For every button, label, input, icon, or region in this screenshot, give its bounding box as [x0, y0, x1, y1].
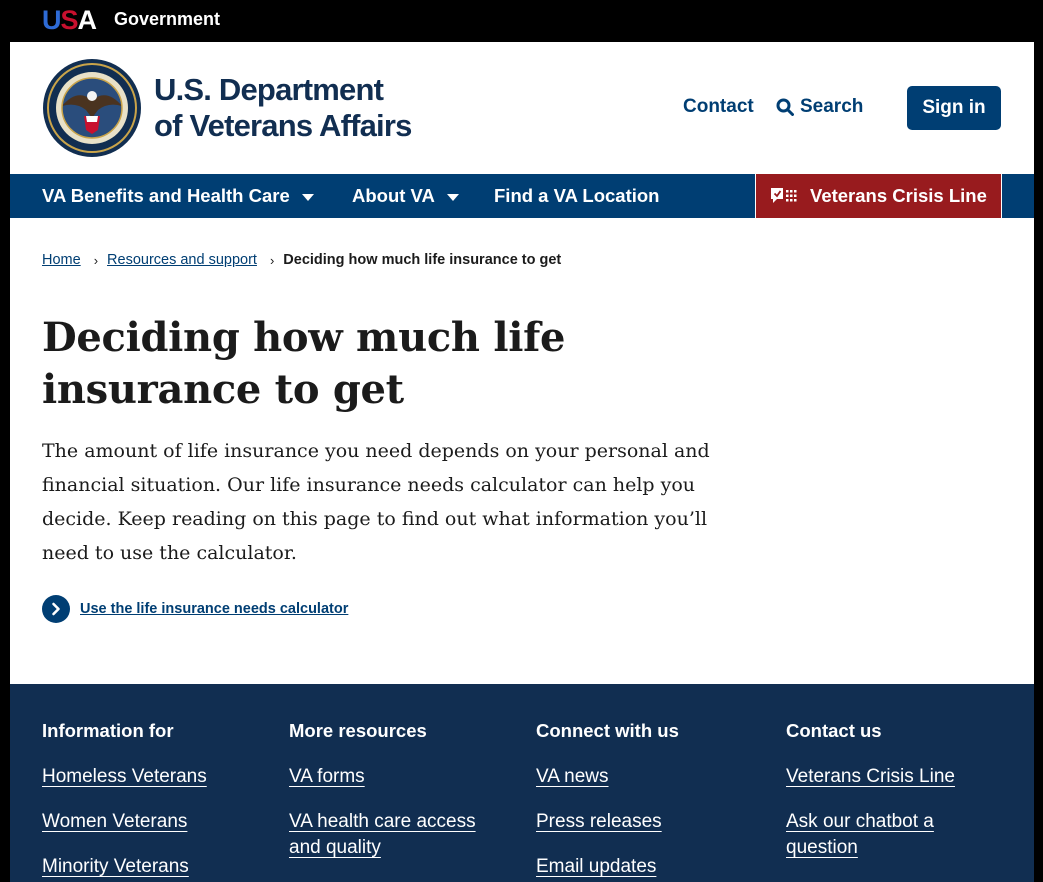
nav-item-label: About VA	[352, 185, 435, 206]
search-icon	[776, 98, 794, 116]
crisis-line-button[interactable]: Veterans Crisis Line	[755, 174, 1002, 218]
footer-link[interactable]: VA health care access and quality	[289, 809, 499, 861]
sign-in-button[interactable]: Sign in	[907, 86, 1001, 130]
footer-heading: Connect with us	[536, 720, 679, 741]
nav-item-benefits[interactable]: VA Benefits and Health Care	[42, 174, 314, 218]
footer-heading: Contact us	[786, 720, 882, 741]
gov-banner: US A Government	[0, 0, 1043, 42]
main-nav: VA Benefits and Health Care About VA Fin…	[10, 174, 1034, 218]
va-seal-icon[interactable]	[42, 58, 142, 158]
site-header: U.S. Department of Veterans Affairs Cont…	[10, 42, 1034, 174]
usa-logo: US A	[42, 5, 97, 35]
site-footer: Information for Homeless Veterans Women …	[10, 684, 1034, 882]
footer-heading: Information for	[42, 720, 174, 741]
footer-column-information: Information for Homeless Veterans Women …	[42, 720, 242, 882]
search-label: Search	[800, 96, 864, 117]
footer-link[interactable]: Veterans Crisis Line	[786, 764, 986, 790]
nav-item-about[interactable]: About VA	[352, 174, 459, 218]
breadcrumb-separator: ›	[269, 252, 275, 268]
breadcrumb-resources[interactable]: Resources and support	[107, 252, 257, 268]
gov-label: Government	[114, 9, 221, 29]
nav-item-find-location[interactable]: Find a VA Location	[494, 174, 659, 218]
footer-column-contact: Contact us Veterans Crisis Line Ask our …	[786, 720, 986, 880]
contact-link[interactable]: Contact	[683, 96, 754, 118]
crisis-line-label: Veterans Crisis Line	[810, 185, 987, 206]
calculator-link-label: Use the life insurance needs calculator	[80, 601, 349, 617]
usa-logo-us: US	[42, 4, 79, 35]
footer-link[interactable]: Homeless Veterans	[42, 764, 242, 790]
footer-link[interactable]: Email updates	[536, 854, 746, 880]
site-title-line2: of Veterans Affairs	[154, 108, 412, 143]
footer-column-resources: More resources VA forms VA health care a…	[289, 720, 499, 880]
search-button[interactable]: Search	[776, 96, 863, 118]
chat-icon	[771, 188, 797, 203]
caret-down-icon	[301, 194, 314, 201]
footer-heading: More resources	[289, 720, 427, 741]
footer-link[interactable]: VA news	[536, 764, 746, 790]
footer-link[interactable]: Ask our chatbot a question	[786, 809, 986, 861]
page-title: Deciding how much life insurance to get	[42, 314, 566, 413]
breadcrumb: Home › Resources and support › Deciding …	[42, 252, 561, 268]
caret-down-icon	[446, 194, 459, 201]
footer-link[interactable]: Press releases	[536, 809, 746, 835]
page: U.S. Department of Veterans Affairs Cont…	[10, 42, 1034, 882]
intro-text: The amount of life insurance you need de…	[42, 440, 710, 564]
chevron-right-icon	[42, 595, 70, 623]
nav-item-label: Find a VA Location	[494, 185, 660, 206]
nav-item-label: VA Benefits and Health Care	[42, 185, 290, 206]
site-title-line1: U.S. Department	[154, 72, 384, 107]
usa-logo-a: A	[77, 4, 98, 35]
footer-link[interactable]: VA forms	[289, 764, 499, 790]
site-title[interactable]: U.S. Department of Veterans Affairs	[154, 72, 412, 144]
footer-link[interactable]: Minority Veterans	[42, 854, 242, 880]
footer-link[interactable]: Women Veterans	[42, 809, 242, 835]
breadcrumb-home[interactable]: Home	[42, 252, 81, 268]
footer-column-connect: Connect with us VA news Press releases E…	[536, 720, 746, 882]
breadcrumb-separator: ›	[93, 252, 99, 268]
breadcrumb-current: Deciding how much life insurance to get	[283, 252, 562, 268]
calculator-action-link[interactable]: Use the life insurance needs calculator	[42, 595, 348, 623]
